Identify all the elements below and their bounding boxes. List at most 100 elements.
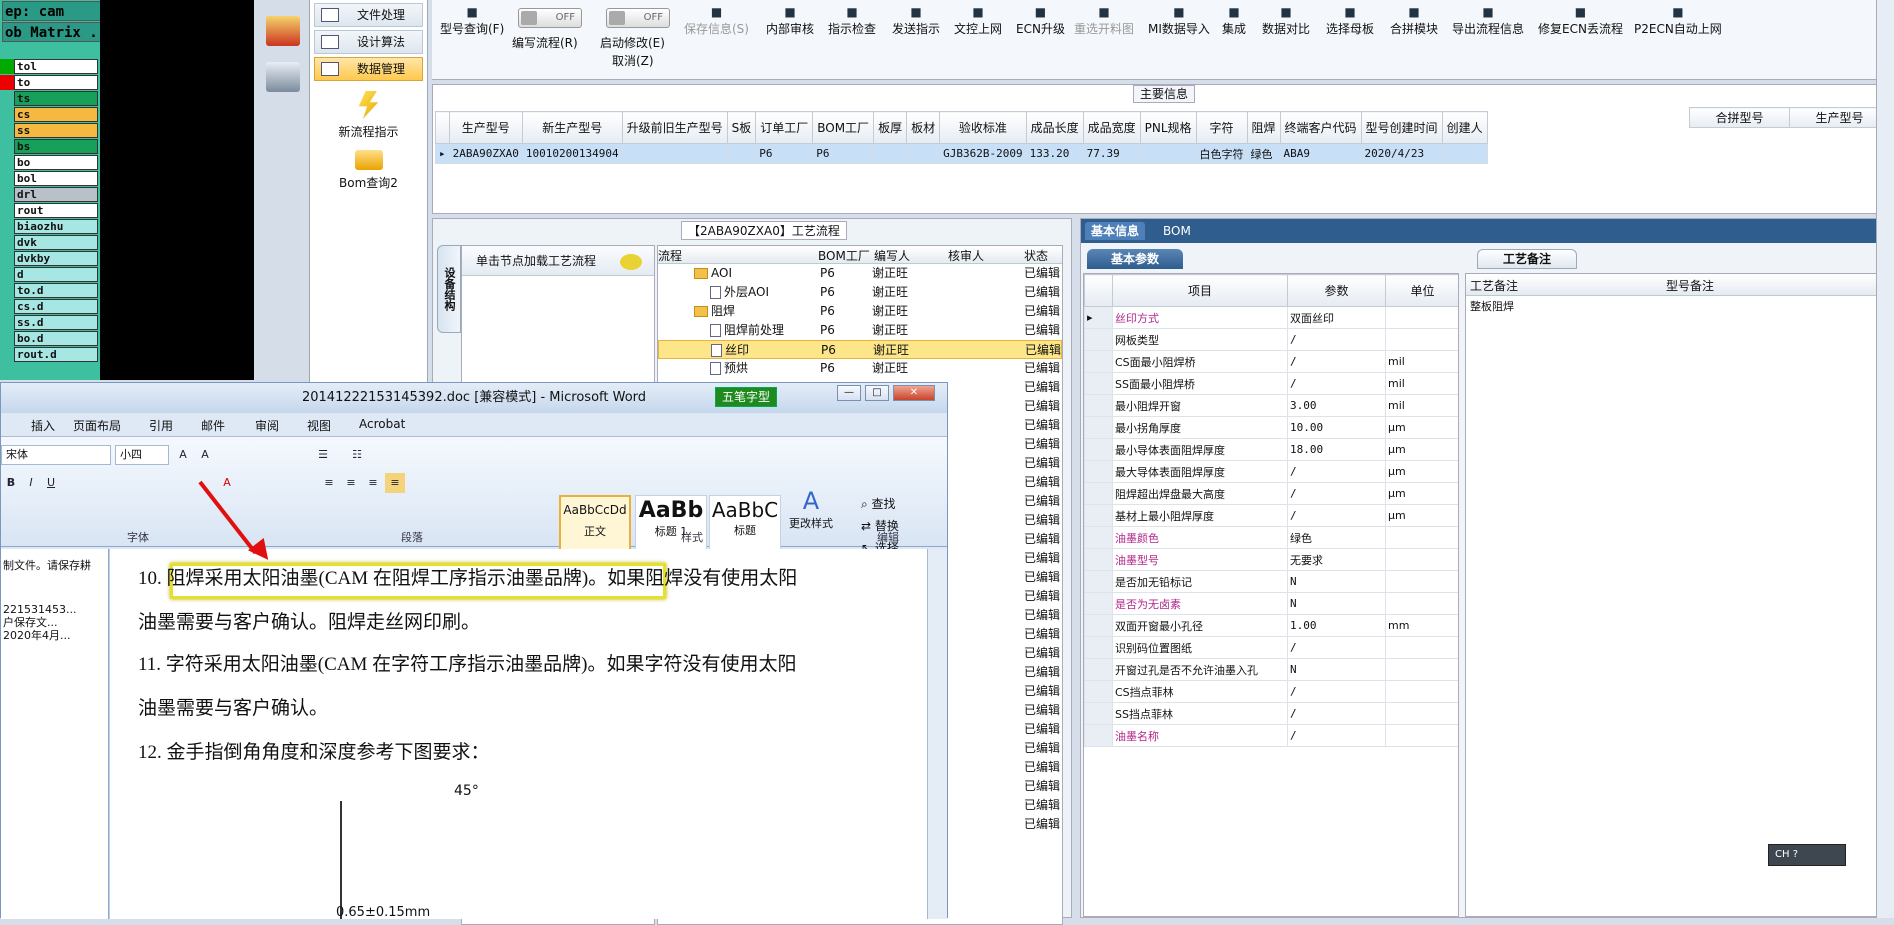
cell-0[interactable]: ▸: [435, 143, 450, 164]
word-menu-4[interactable]: 审阅: [255, 417, 279, 434]
table-row[interactable]: 阻焊超出焊盘最大高度 / μm: [1084, 482, 1458, 505]
close-icon[interactable]: ✕: [893, 385, 935, 401]
cell-17[interactable]: [1441, 143, 1488, 164]
calculator-icon[interactable]: [265, 62, 300, 92]
layer-rout[interactable]: rout: [14, 203, 98, 218]
tab-process-notes[interactable]: 工艺备注: [1477, 249, 1577, 269]
layer-dvk[interactable]: dvk: [14, 235, 98, 250]
align-left-icon[interactable]: ≡: [319, 473, 339, 493]
toolbar-btn-11[interactable]: ■ 选择母板: [1326, 6, 1374, 37]
tab-basic-params[interactable]: 基本参数: [1087, 249, 1183, 269]
toolbar-btn-15[interactable]: ■ P2ECN自动上网: [1634, 6, 1722, 37]
word-menu-1[interactable]: 页面布局: [73, 417, 121, 434]
tab-bom[interactable]: BOM: [1157, 222, 1197, 240]
window-scrollbar[interactable]: [1876, 0, 1894, 918]
toolbar-btn-5[interactable]: ■ 文控上网: [954, 6, 1002, 37]
nav-item-design[interactable]: 设计算法: [314, 30, 423, 54]
word-menu-6[interactable]: Acrobat: [359, 417, 405, 431]
numbering-icon[interactable]: ☷: [347, 445, 367, 465]
toolbar-btn-3[interactable]: ■ 指示检查: [828, 6, 876, 37]
table-row[interactable]: 是否加无铅标记 N: [1084, 570, 1458, 593]
toolbar-btn-13[interactable]: ■ 导出流程信息: [1452, 6, 1524, 37]
layer-cs[interactable]: cs: [14, 107, 98, 122]
ime-indicator[interactable]: 五笔字型: [715, 387, 778, 407]
table-row[interactable]: 最大导体表面阻焊厚度 / μm: [1084, 460, 1458, 483]
device-structure-tab[interactable]: 设备结构: [437, 245, 461, 333]
bullets-icon[interactable]: ☰: [313, 445, 333, 465]
cell-7[interactable]: [873, 143, 908, 164]
table-row[interactable]: SS面最小阻焊桥 / mil: [1084, 372, 1458, 395]
cell-16[interactable]: 2020/4/23: [1360, 143, 1443, 164]
toolbar-btn-1[interactable]: ■ 保存信息(S): [684, 6, 749, 37]
table-row[interactable]: CS挡点菲林 /: [1084, 680, 1458, 703]
cell-11[interactable]: 77.39: [1082, 143, 1141, 164]
minimize-icon[interactable]: —: [837, 385, 861, 401]
list-item[interactable]: AOI P6 谢正旺 已编辑: [658, 264, 1062, 283]
toggle-start-edit[interactable]: OFF: [606, 8, 670, 28]
layer-biaozhu[interactable]: biaozhu: [14, 219, 98, 234]
style-normal[interactable]: AaBbCcDd 正文: [559, 495, 631, 555]
list-item[interactable]: 预烘 P6 谢正旺 已编辑: [658, 359, 1062, 378]
layer-to[interactable]: to: [14, 75, 98, 90]
list-item[interactable]: 阻焊 P6 谢正旺 已编辑: [658, 302, 1062, 321]
table-row[interactable]: 油墨型号 无要求: [1084, 548, 1458, 571]
cell-12[interactable]: [1139, 143, 1197, 164]
list-item[interactable]: 丝印 P6 谢正旺 已编辑: [658, 340, 1062, 359]
layer-bo.d[interactable]: bo.d: [14, 331, 98, 346]
table-row[interactable]: 最小阻焊开窗 3.00 mil: [1084, 394, 1458, 417]
find-button[interactable]: ⌕ 查找: [861, 493, 899, 515]
table-row[interactable]: SS挡点菲林 /: [1084, 702, 1458, 725]
cell-14[interactable]: 绿色: [1246, 143, 1281, 164]
layer-dvkby[interactable]: dvkby: [14, 251, 98, 266]
cell-1[interactable]: 2ABA90ZXA0: [448, 143, 523, 164]
cell-5[interactable]: P6: [755, 143, 814, 164]
table-row[interactable]: 油墨颜色 绿色: [1084, 526, 1458, 549]
font-name-box[interactable]: 宋体: [1, 445, 111, 465]
style-heading1[interactable]: AaBb 标题 1: [635, 495, 707, 555]
cancel-button[interactable]: 取消(Z): [612, 52, 654, 69]
table-row[interactable]: 网板类型 /: [1084, 328, 1458, 351]
word-menu-0[interactable]: 插入: [31, 417, 55, 434]
layer-d[interactable]: d: [14, 267, 98, 282]
table-row[interactable]: 开窗过孔是否不允许油墨入孔 N: [1084, 658, 1458, 681]
toolbar-btn-12[interactable]: ■ 合拼模块: [1390, 6, 1438, 37]
toolbar-btn-8[interactable]: ■ MI数据导入: [1148, 6, 1210, 37]
toolbar-btn-7[interactable]: ■ 重选开料图: [1074, 6, 1134, 37]
nav-item-data[interactable]: 数据管理: [314, 57, 423, 81]
word-menu-3[interactable]: 邮件: [201, 417, 225, 434]
cell-9[interactable]: GJB362B-2009: [939, 143, 1027, 164]
layer-bo[interactable]: bo: [14, 155, 98, 170]
table-row[interactable]: 识别码位置图纸 /: [1084, 636, 1458, 659]
nav-item-file[interactable]: 文件处理: [314, 3, 423, 27]
layer-bs[interactable]: bs: [14, 139, 98, 154]
table-row[interactable]: 是否为无卤素 N: [1084, 592, 1458, 615]
table-row[interactable]: 最小拐角厚度 10.00 μm: [1084, 416, 1458, 439]
layer-bol[interactable]: bol: [14, 171, 98, 186]
maximize-icon[interactable]: □: [865, 385, 889, 401]
nav-bom-query[interactable]: Bom查询2: [310, 150, 427, 191]
cell-3[interactable]: [621, 143, 728, 164]
toolbar-btn-6[interactable]: ■ ECN升级: [1016, 6, 1065, 37]
table-row[interactable]: ▸ 丝印方式 双面丝印: [1084, 306, 1458, 329]
list-item[interactable]: 外层AOI P6 谢正旺 已编辑: [658, 283, 1062, 302]
table-row[interactable]: ▸ 2ABA90ZXA0 10010200134904 P6 P6 GJB362B-200…: [435, 143, 1488, 164]
layer-rout.d[interactable]: rout.d: [14, 347, 98, 362]
table-row[interactable]: 油墨名称 /: [1084, 724, 1458, 747]
align-right-icon[interactable]: ≡: [363, 473, 383, 493]
yx-logo-icon[interactable]: [265, 16, 300, 46]
justify-icon[interactable]: ≡: [385, 473, 405, 493]
toolbar-btn-9[interactable]: ■ 集成: [1222, 6, 1246, 37]
list-item[interactable]: 阻焊前处理 P6 谢正旺 已编辑: [658, 321, 1062, 340]
word-scrollbar[interactable]: [927, 549, 947, 919]
layer-ss.d[interactable]: ss.d: [14, 315, 98, 330]
table-row[interactable]: 最小导体表面阻焊厚度 18.00 μm: [1084, 438, 1458, 461]
layer-ts[interactable]: ts: [14, 91, 98, 106]
cell-6[interactable]: P6: [812, 143, 875, 164]
align-center-icon[interactable]: ≡: [341, 473, 361, 493]
toolbar-btn-2[interactable]: ■ 内部审核: [766, 6, 814, 37]
grow-font-icon[interactable]: A: [173, 445, 193, 465]
toolbar-btn-4[interactable]: ■ 发送指示: [892, 6, 940, 37]
cell-10[interactable]: 133.20: [1025, 143, 1084, 164]
underline-icon[interactable]: U: [41, 473, 61, 493]
toolbar-btn-14[interactable]: ■ 修复ECN丢流程: [1538, 6, 1623, 37]
